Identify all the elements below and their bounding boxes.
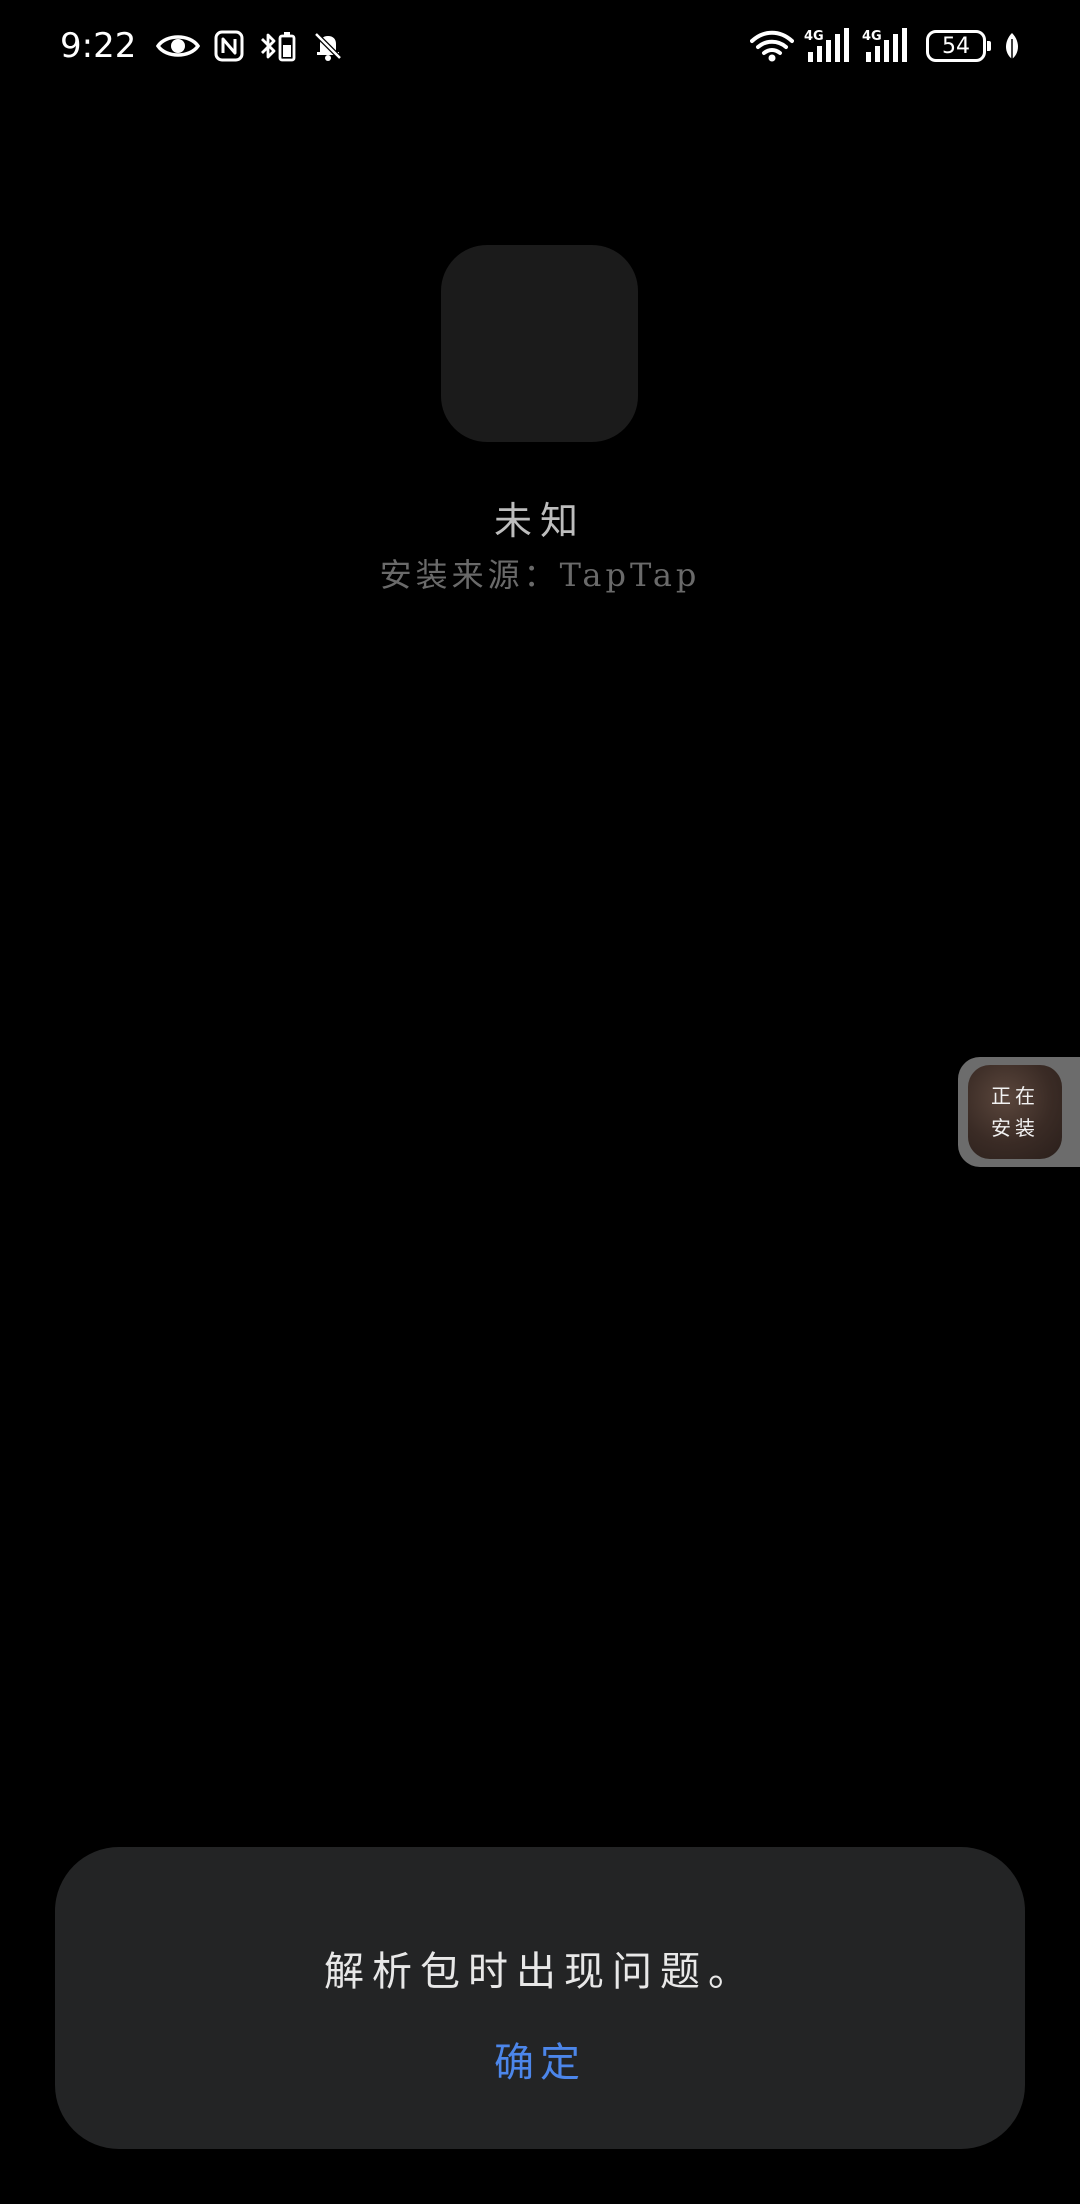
- installer-screen: 9:22 4G 4G 54 未知 安装来源：TapTap 正在 安装 解析包时出…: [0, 0, 1080, 2204]
- confirm-button[interactable]: 确定: [440, 2017, 640, 2101]
- status-bar-left: 9:22: [60, 22, 344, 70]
- mute-bell-icon: [312, 30, 344, 62]
- dialog-message: 解析包时出现问题。: [324, 1949, 756, 1995]
- svg-text:4G: 4G: [804, 29, 824, 44]
- battery-icon: 54: [926, 30, 991, 62]
- signal-4g-icon-2: 4G: [862, 28, 910, 64]
- installing-float-widget[interactable]: 正在 安装: [958, 1057, 1080, 1167]
- install-source: 安装来源：TapTap: [379, 556, 701, 594]
- wifi-icon: [750, 29, 794, 63]
- battery-level: 54: [942, 33, 970, 59]
- bluetooth-battery-icon: [258, 30, 298, 62]
- app-icon-placeholder: [441, 245, 638, 442]
- float-widget-line2: 安装: [991, 1116, 1039, 1140]
- float-widget-line1: 正在: [991, 1084, 1039, 1108]
- status-bar-right: 4G 4G 54: [750, 22, 1022, 70]
- svg-text:4G: 4G: [862, 29, 882, 44]
- parse-error-dialog: 解析包时出现问题。 确定: [55, 1847, 1025, 2149]
- app-name: 未知: [493, 499, 586, 543]
- status-time: 9:22: [60, 26, 137, 66]
- nfc-icon: [214, 30, 244, 62]
- installing-float-thumbnail: 正在 安装: [968, 1065, 1062, 1159]
- power-saving-leaf-icon: [1002, 31, 1022, 61]
- eye-icon: [156, 31, 201, 61]
- signal-4g-icon-1: 4G: [804, 28, 852, 64]
- status-bar: 9:22 4G 4G 54: [0, 0, 1080, 92]
